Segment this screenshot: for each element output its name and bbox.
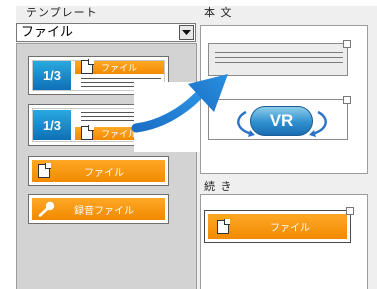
drag-arrow-icon	[131, 74, 228, 152]
